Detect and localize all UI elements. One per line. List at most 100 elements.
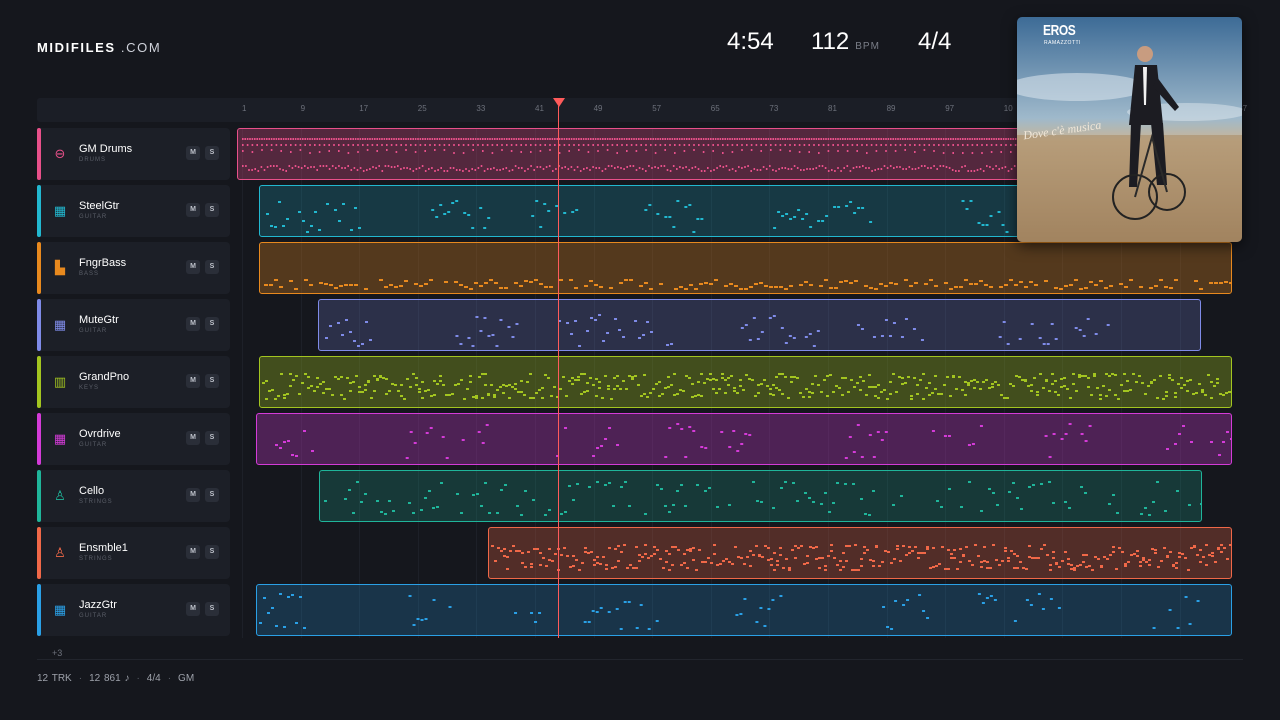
midi-note (855, 382, 859, 384)
midi-note (598, 314, 602, 316)
midi-note (590, 551, 594, 553)
track-region[interactable] (258, 356, 1232, 408)
midi-note (546, 138, 549, 140)
mute-button[interactable]: M (186, 146, 200, 160)
midi-note (477, 144, 479, 146)
midi-note (381, 138, 383, 140)
midi-note (952, 152, 954, 154)
midi-note (989, 166, 991, 168)
solo-button[interactable]: S (205, 146, 219, 160)
midi-note (465, 388, 469, 390)
mute-button[interactable]: M (186, 374, 200, 388)
solo-button[interactable]: S (205, 545, 219, 559)
midi-note (762, 166, 765, 168)
midi-note (869, 559, 873, 561)
midi-note (803, 138, 806, 140)
midi-note (876, 384, 880, 386)
midi-note (993, 381, 997, 383)
track-header[interactable]: ▦ Ovrdrive GUITAR M S (37, 413, 230, 465)
midi-note (347, 152, 350, 154)
more-tracks-link[interactable]: +3 (52, 648, 62, 658)
midi-note (981, 224, 985, 226)
solo-button[interactable]: S (205, 203, 219, 217)
midi-note (592, 166, 594, 168)
ruler-tick: 97 (945, 104, 955, 113)
site-logo[interactable]: MIDIFILES .COM (37, 40, 161, 55)
track-header[interactable]: ⊖ GM Drums DRUMS M S (37, 128, 230, 180)
midi-note (418, 167, 421, 169)
track-header[interactable]: ♙ Ensmble1 STRINGS M S (37, 527, 230, 579)
midi-note (861, 380, 865, 382)
track-header[interactable]: ▥ GrandPno KEYS M S (37, 356, 230, 408)
midi-note (1167, 374, 1171, 376)
mute-button[interactable]: M (186, 602, 200, 616)
solo-button[interactable]: S (205, 488, 219, 502)
midi-note (276, 395, 280, 397)
midi-note (384, 378, 388, 380)
midi-note (453, 138, 455, 140)
midi-note (498, 287, 503, 289)
track-region[interactable] (255, 413, 1232, 465)
midi-note (642, 374, 646, 376)
midi-note (463, 286, 468, 288)
track-region[interactable] (258, 242, 1232, 294)
midi-note (909, 138, 911, 140)
solo-button[interactable]: S (205, 260, 219, 274)
track-header[interactable]: ♙ Cello STRINGS M S (37, 470, 230, 522)
midi-note (921, 138, 923, 140)
playhead-handle[interactable] (553, 98, 565, 107)
midi-note (866, 549, 870, 551)
mute-button[interactable]: M (186, 203, 200, 217)
solo-button[interactable]: S (205, 602, 219, 616)
midi-note (921, 339, 925, 341)
track-region[interactable] (488, 527, 1232, 579)
midi-note (924, 165, 926, 167)
midi-note (623, 168, 625, 170)
track-header[interactable]: ▙ FngrBass BASS M S (37, 242, 230, 294)
mute-button[interactable]: M (186, 317, 200, 331)
midi-note (827, 144, 830, 146)
midi-note (340, 138, 342, 140)
midi-note (356, 481, 360, 483)
track-region[interactable] (318, 299, 1202, 351)
mute-button[interactable]: M (186, 488, 200, 502)
midi-note (890, 138, 892, 140)
track-header[interactable]: ▦ MuteGtr GUITAR M S (37, 299, 230, 351)
midi-note (901, 604, 905, 606)
midi-note (732, 390, 736, 392)
midi-note (885, 319, 889, 321)
track-header[interactable]: ▦ JazzGtr GUITAR M S (37, 584, 230, 636)
midi-note (621, 138, 623, 140)
midi-note (927, 394, 931, 396)
midi-note (978, 388, 982, 390)
midi-note (636, 384, 640, 386)
midi-note (273, 226, 277, 228)
playhead-line[interactable] (558, 106, 559, 638)
midi-note (651, 167, 653, 169)
midi-note (844, 138, 846, 140)
midi-note (566, 138, 568, 140)
midi-note (678, 138, 681, 140)
midi-note (938, 563, 942, 565)
midi-note (547, 210, 551, 212)
mute-button[interactable]: M (186, 260, 200, 274)
midi-note (477, 138, 479, 140)
midi-note (648, 288, 653, 290)
midi-note (316, 169, 318, 171)
solo-button[interactable]: S (205, 374, 219, 388)
track-region[interactable] (319, 470, 1203, 522)
track-header[interactable]: ▦ SteelGtr GUITAR M S (37, 185, 230, 237)
solo-button[interactable]: S (205, 431, 219, 445)
mute-button[interactable]: M (186, 431, 200, 445)
midi-note (1213, 282, 1218, 284)
midi-note (677, 549, 681, 551)
track-region[interactable] (255, 584, 1232, 636)
mute-button[interactable]: M (186, 545, 200, 559)
solo-button[interactable]: S (205, 317, 219, 331)
midi-note (871, 170, 873, 172)
midi-note (808, 144, 810, 146)
midi-note (604, 484, 608, 486)
midi-note (516, 505, 520, 507)
midi-note (531, 397, 535, 399)
midi-note (1056, 394, 1060, 396)
